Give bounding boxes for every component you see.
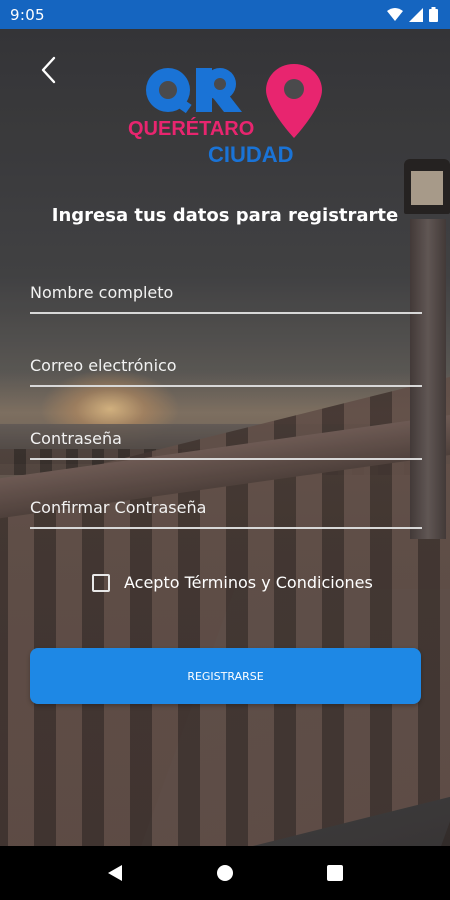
email-field-container xyxy=(30,345,422,387)
wifi-icon xyxy=(387,7,403,21)
terms-row: Acepto Términos y Condiciones xyxy=(92,573,373,592)
back-triangle-icon xyxy=(108,865,122,881)
queretaro-ciudad-logo: QUERÉTARO CIUDAD xyxy=(128,64,322,167)
recents-square-icon xyxy=(327,865,343,881)
register-button[interactable]: REGISTRARSE xyxy=(30,648,421,704)
status-bar: 9:05 xyxy=(0,0,450,29)
status-icons xyxy=(387,7,438,22)
form-subtitle: Ingresa tus datos para registrarte xyxy=(51,205,399,226)
status-time: 9:05 xyxy=(10,5,45,24)
confirm-password-field-container xyxy=(30,487,422,529)
chevron-left-icon xyxy=(41,56,56,84)
full-name-input[interactable] xyxy=(30,272,422,312)
password-field-container xyxy=(30,418,422,460)
full-name-field-container xyxy=(30,272,422,314)
password-input[interactable] xyxy=(30,418,422,458)
back-button[interactable] xyxy=(30,52,66,88)
nav-home-button[interactable] xyxy=(205,853,245,893)
cell-signal-icon xyxy=(409,7,423,22)
terms-label[interactable]: Acepto Términos y Condiciones xyxy=(124,573,373,592)
terms-checkbox[interactable] xyxy=(92,573,110,592)
android-nav-bar xyxy=(0,846,450,900)
nav-back-button[interactable] xyxy=(95,853,135,893)
battery-icon xyxy=(429,7,438,22)
svg-text:QUERÉTARO: QUERÉTARO xyxy=(128,117,254,140)
confirm-password-input[interactable] xyxy=(30,487,422,527)
register-screen: 9:05 QUERÉTARO CIUDAD Ingresa tus datos … xyxy=(0,0,450,900)
svg-text:CIUDAD: CIUDAD xyxy=(208,142,294,167)
email-input[interactable] xyxy=(30,345,422,385)
home-circle-icon xyxy=(217,865,233,881)
nav-recents-button[interactable] xyxy=(315,853,355,893)
